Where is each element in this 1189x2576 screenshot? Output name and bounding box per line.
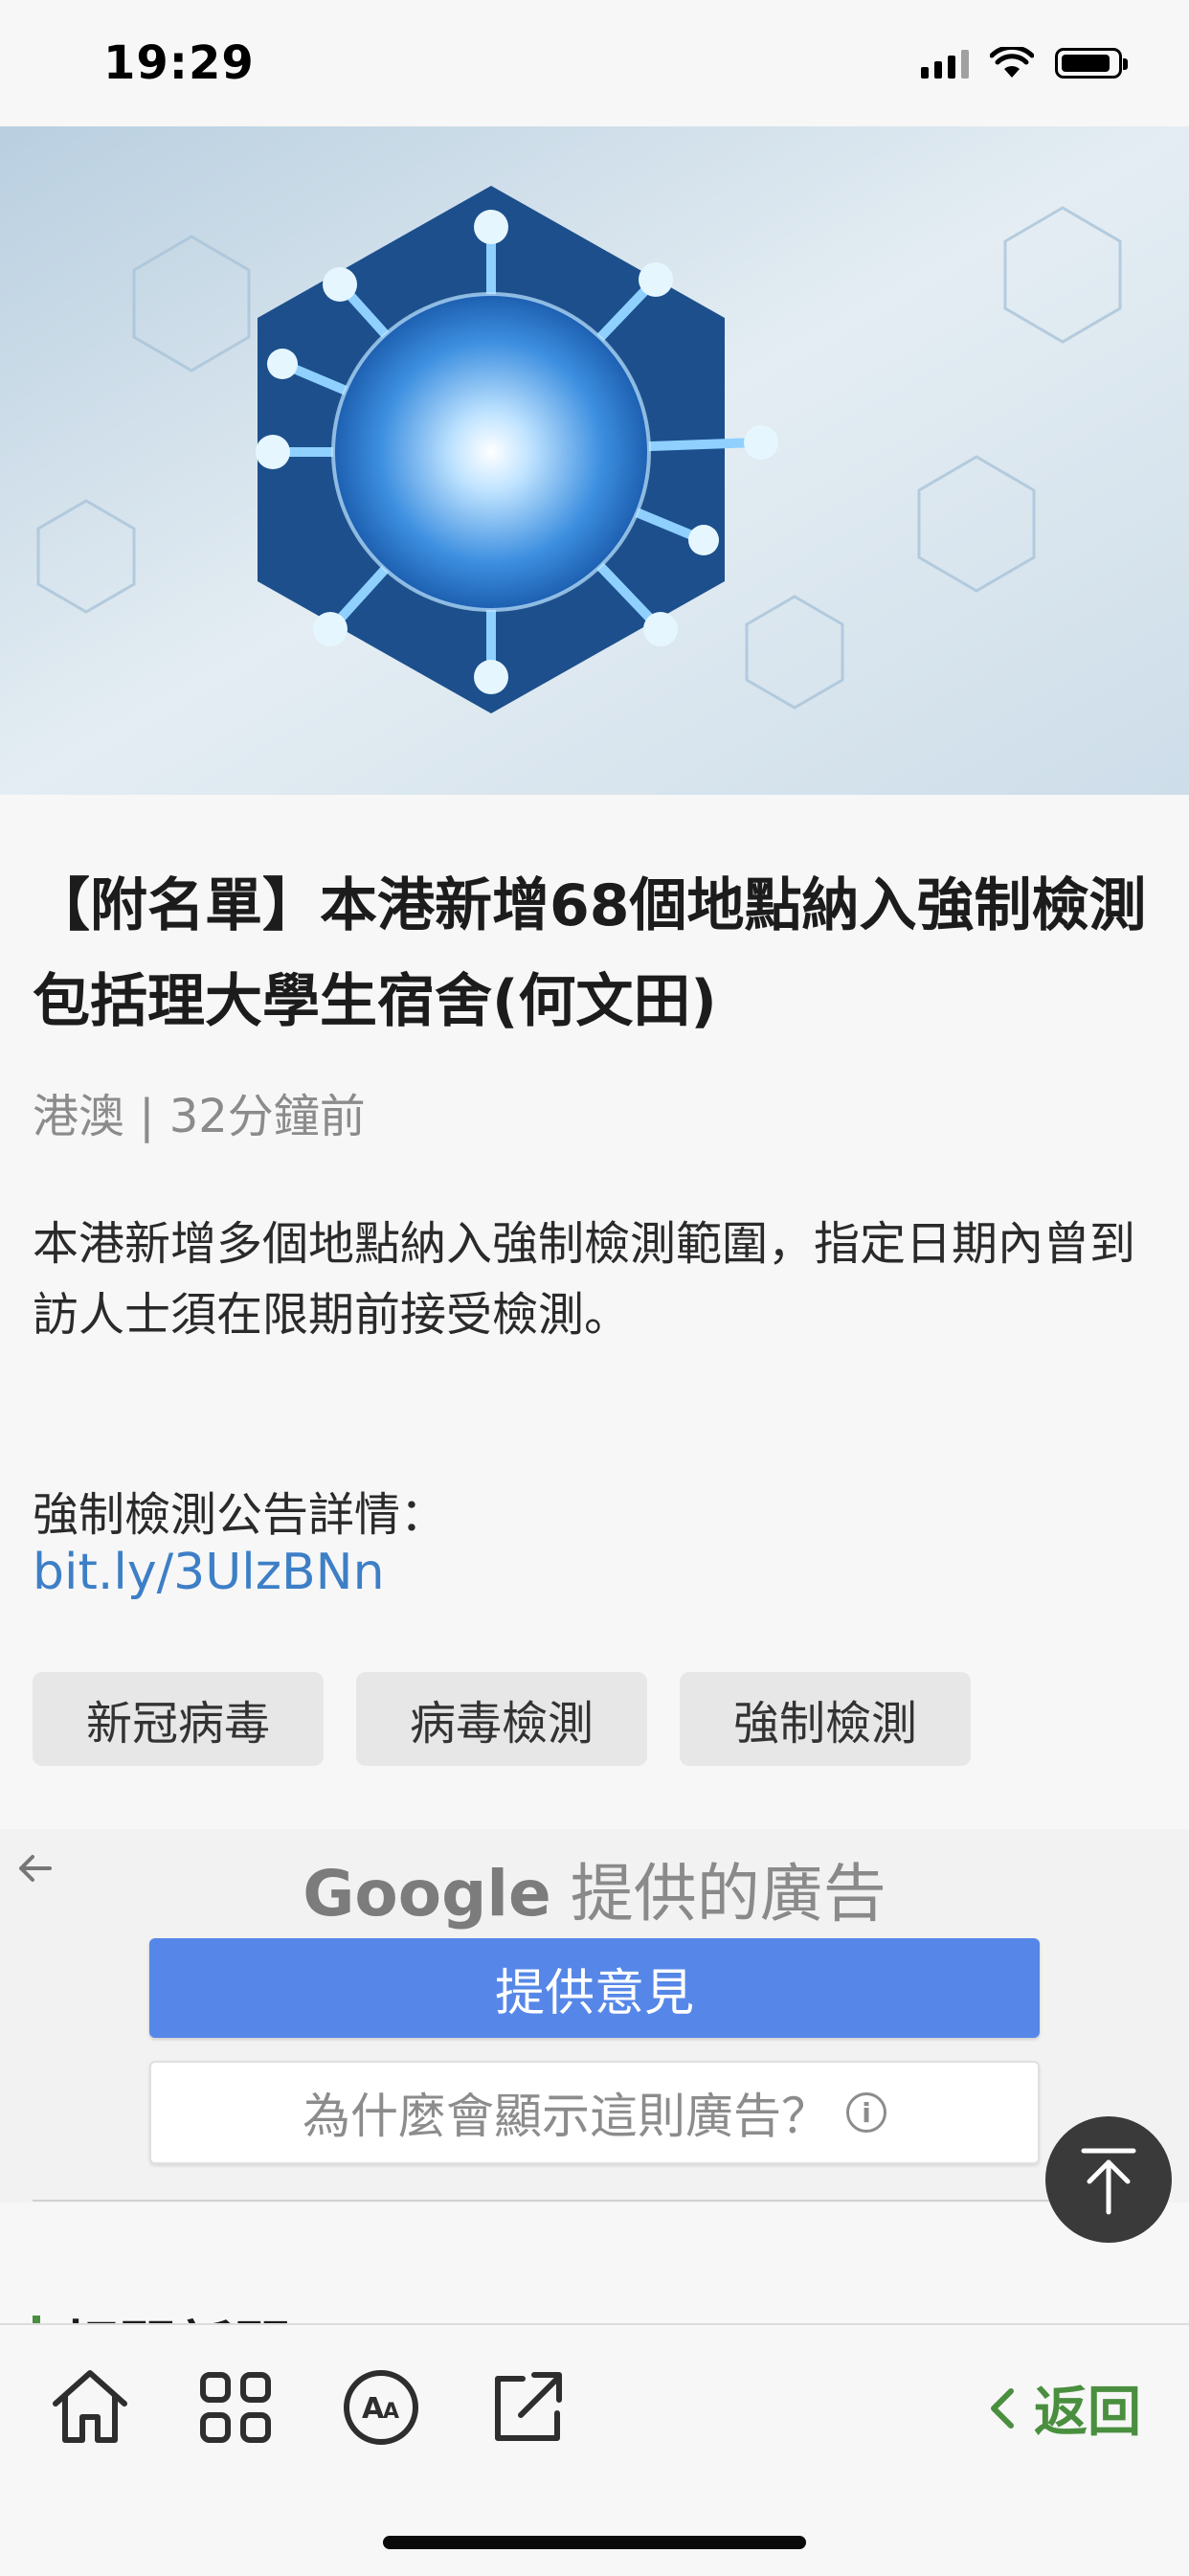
svg-text:A: A — [362, 2392, 385, 2426]
arrow-up-icon — [1081, 2148, 1136, 2215]
status-time: 19:29 — [103, 36, 255, 90]
battery-icon — [1055, 48, 1128, 79]
svg-text:A: A — [383, 2400, 399, 2424]
grid-icon[interactable] — [188, 2360, 283, 2455]
share-icon[interactable] — [479, 2360, 574, 2455]
related-news-heading-text: 相關新聞 — [61, 2308, 291, 2323]
ad-panel: Google 提供的廣告 提供意見 為什麼會顯示這則廣告？ i — [0, 1829, 1189, 2203]
tag-list: 新冠病毒 病毒檢測 強制檢測 — [33, 1672, 971, 1766]
back-button[interactable]: 返回 — [984, 2369, 1141, 2447]
info-icon: i — [846, 2092, 886, 2133]
article-body: 本港新增多個地點納入強制檢測範圍，指定日期內曾到訪人士須在限期前接受檢測。 — [33, 1217, 1136, 1342]
home-icon[interactable] — [42, 2360, 138, 2455]
article-time: 32分鐘前 — [168, 1090, 366, 1143]
notice-label: 強制檢測公告詳情： — [33, 1488, 447, 1542]
chevron-left-icon — [991, 2387, 1014, 2429]
tag-covid[interactable]: 新冠病毒 — [33, 1672, 324, 1766]
tag-virus-testing[interactable]: 病毒檢測 — [356, 1672, 647, 1766]
heading-accent-bar — [33, 2316, 40, 2323]
wifi-icon — [990, 47, 1034, 78]
status-icons — [921, 44, 1128, 82]
divider — [33, 2200, 1156, 2202]
ad-heading: Google 提供的廣告 — [0, 1842, 1189, 1934]
scroll-to-top-button[interactable] — [1045, 2116, 1172, 2243]
ad-feedback-button[interactable]: 提供意見 — [149, 1938, 1040, 2038]
article-category[interactable]: 港澳 — [33, 1090, 124, 1143]
back-label: 返回 — [1034, 2382, 1141, 2444]
ad-heading-text: 提供的廣告 — [570, 1857, 886, 1931]
notice-link[interactable]: bit.ly/3UlzBNn — [33, 1544, 385, 1601]
status-bar: 19:29 — [0, 0, 1189, 126]
article-title: 【附名單】本港新增68個地點納入強制檢測 包括理大學生宿舍(何文田) — [33, 872, 1147, 1035]
meta-separator: | — [139, 1090, 155, 1143]
google-logo: Google — [303, 1857, 551, 1931]
tag-compulsory-testing[interactable]: 強制檢測 — [680, 1672, 971, 1766]
font-size-icon[interactable]: AA — [333, 2360, 429, 2455]
signal-icon — [921, 48, 969, 79]
article-meta: 港澳 | 32分鐘前 — [33, 1078, 366, 1145]
home-indicator — [383, 2536, 806, 2549]
ad-why-label: 為什麼會顯示這則廣告？ — [303, 2089, 829, 2144]
ad-why-button[interactable]: 為什麼會顯示這則廣告？ i — [149, 2061, 1040, 2164]
virus-illustration — [0, 126, 1189, 795]
related-news-heading: 相關新聞 — [33, 2308, 1156, 2323]
hero-image — [0, 126, 1189, 795]
